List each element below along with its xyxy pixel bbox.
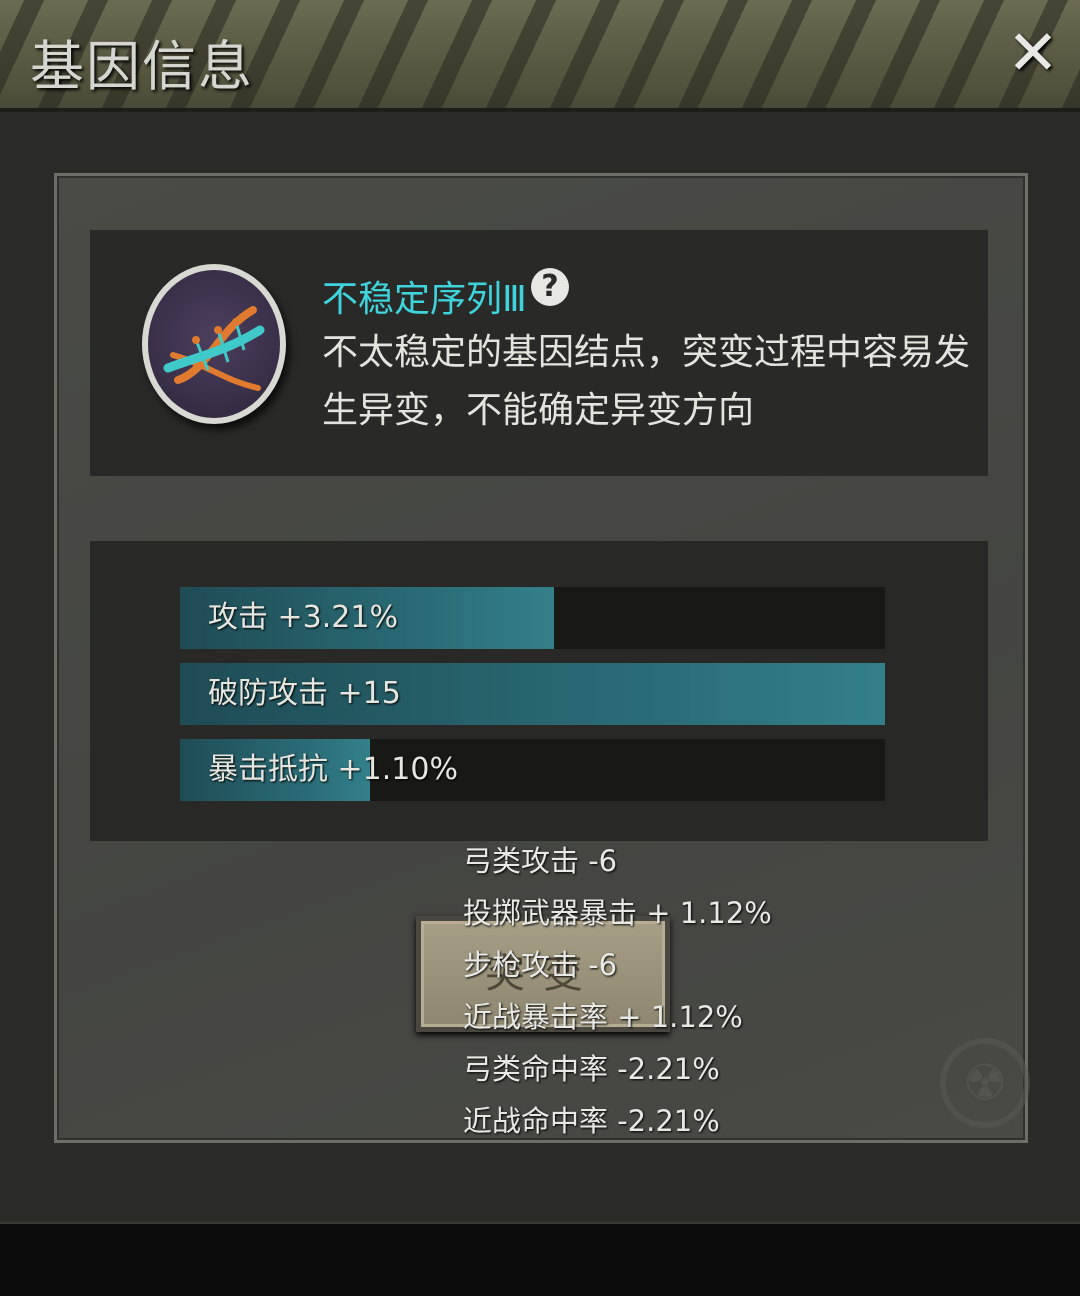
radiation-icon: ☢	[940, 1038, 1030, 1128]
window-title: 基因信息	[30, 35, 254, 98]
stats-panel: 攻击 +3.21% 破防攻击 +15 暴击抵抗 +1.10%	[90, 541, 988, 841]
stat-bar-attack: 攻击 +3.21%	[180, 587, 885, 649]
title-bar: 基因信息 ✕	[0, 0, 1080, 112]
effect-item: 投掷武器暴击 + 1.12%	[463, 896, 772, 930]
help-icon[interactable]: ?	[531, 268, 569, 306]
stat-label-attack: 攻击 +3.21%	[208, 600, 398, 635]
effect-item: 弓类攻击 -6	[463, 844, 618, 878]
effect-item: 近战暴击率 + 1.12%	[463, 1000, 743, 1034]
stat-bar-crit-resist: 暴击抵抗 +1.10%	[180, 739, 885, 801]
stat-label-crit-resist: 暴击抵抗 +1.10%	[208, 752, 458, 787]
effect-item: 弓类命中率 -2.21%	[463, 1052, 720, 1086]
gene-description: 不太稳定的基因结点，突变过程中容易发生异变，不能确定异变方向	[322, 332, 971, 431]
stat-label-armor-break: 破防攻击 +15	[208, 676, 401, 711]
gene-info-window: 基因信息 ✕ ☢ 不稳定序列Ⅲ ? 不太稳定的基因结点，突变过程中容易发生异变，…	[0, 0, 1080, 1224]
mutation-effects-list: 弓类攻击 -6 投掷武器暴击 + 1.12% 步枪攻击 -6 近战暴击率 + 1…	[463, 835, 772, 1147]
effect-item: 近战命中率 -2.21%	[463, 1104, 720, 1138]
stat-bar-armor-break: 破防攻击 +15	[180, 663, 885, 725]
dna-icon	[142, 264, 286, 424]
close-icon[interactable]: ✕	[1006, 22, 1060, 84]
gene-name: 不稳定序列Ⅲ	[322, 279, 527, 320]
gene-info-card: 不稳定序列Ⅲ ? 不太稳定的基因结点，突变过程中容易发生异变，不能确定异变方向	[90, 230, 988, 476]
gene-icon-frame	[142, 264, 290, 432]
effect-item: 步枪攻击 -6	[463, 948, 618, 982]
